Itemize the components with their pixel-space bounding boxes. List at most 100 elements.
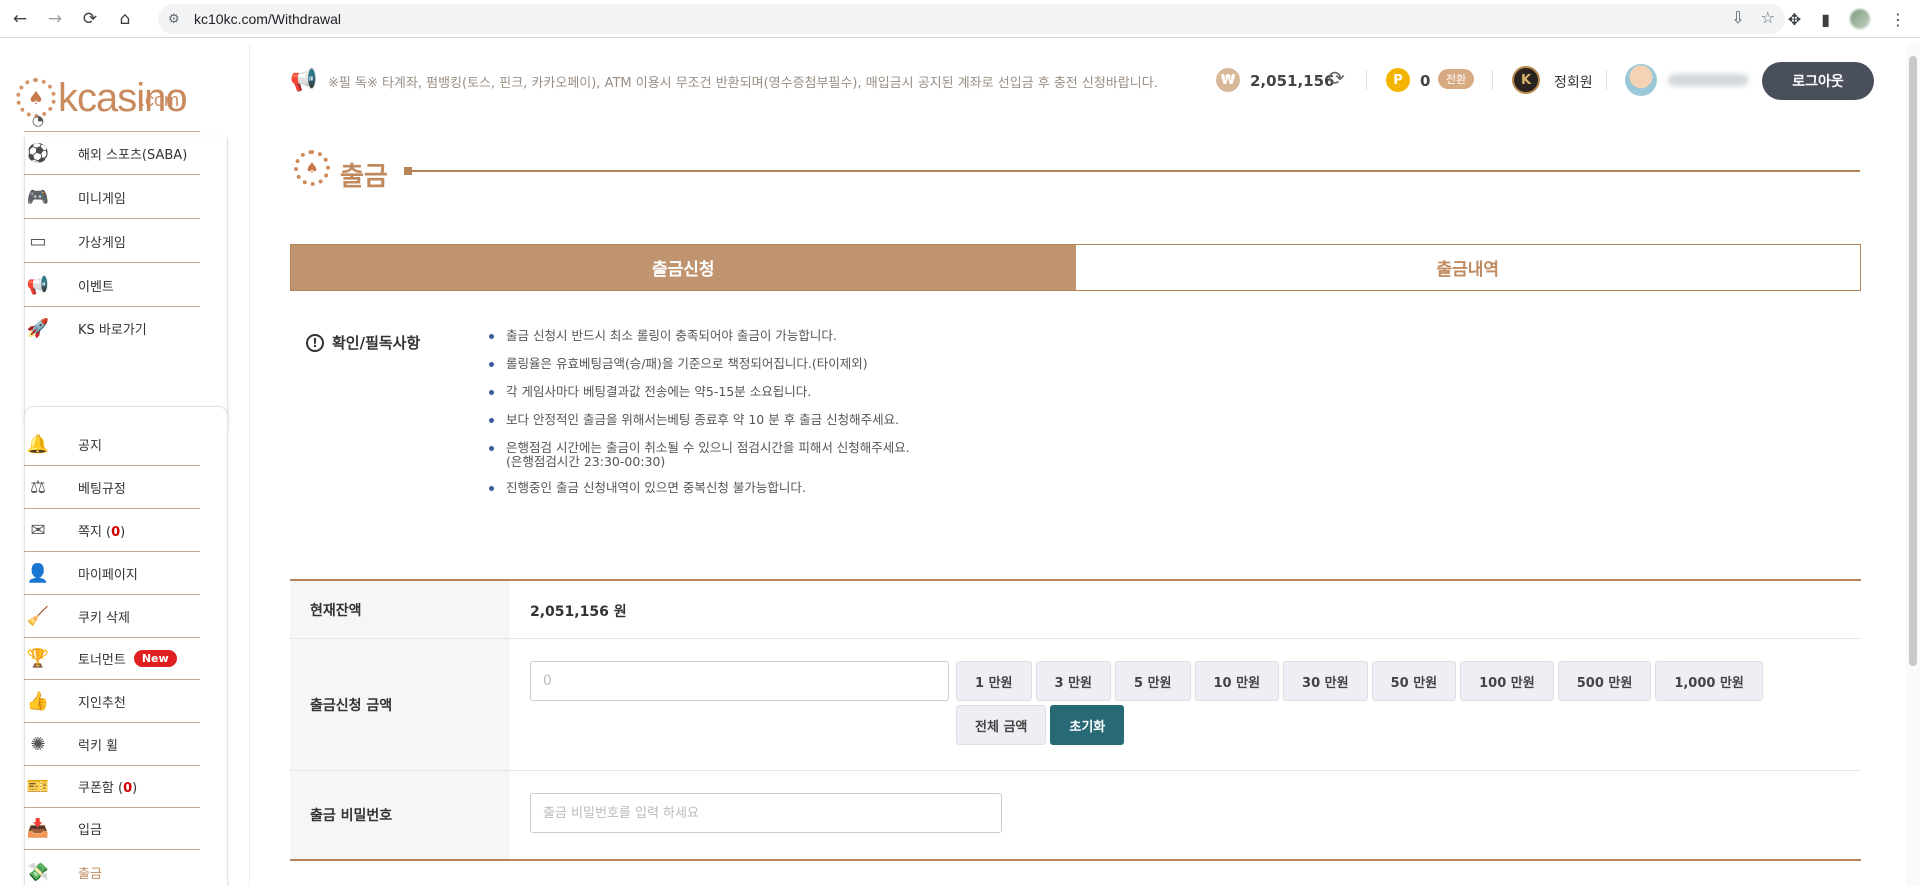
rocket-icon: 🚀	[26, 317, 50, 339]
sidebar-item-label: 입금	[78, 823, 102, 838]
point-coin-icon: P	[1386, 68, 1410, 92]
tab-withdraw-history[interactable]: 출금내역	[1075, 245, 1860, 290]
extensions-icon[interactable]: ✥	[1788, 10, 1801, 29]
amount-1-button[interactable]: 1 만원	[956, 661, 1032, 701]
scales-icon: ⚖	[29, 477, 47, 498]
reset-button[interactable]: 초기화	[1050, 705, 1125, 745]
sidebar-item-rules[interactable]: ⚖ 베팅규정	[24, 467, 200, 509]
amount-3-button[interactable]: 3 만원	[1035, 661, 1111, 701]
amount-30-button[interactable]: 30 만원	[1283, 661, 1368, 701]
amount-input[interactable]	[530, 661, 949, 701]
user-icon: 👤	[26, 563, 50, 584]
coupon-count: 0	[123, 781, 133, 796]
deposit-icon: 📥	[26, 818, 50, 839]
amount-10-button[interactable]: 10 만원	[1194, 661, 1280, 701]
sidebar-item-referral[interactable]: 👍 지인추천	[24, 681, 200, 723]
refresh-icon[interactable]: ⟳	[1328, 66, 1345, 90]
password-label: 출금 비밀번호	[290, 771, 510, 859]
divider	[1366, 70, 1367, 90]
amount-5-button[interactable]: 5 만원	[1115, 661, 1191, 701]
balance-value: 2,051,156	[1250, 72, 1335, 90]
list-item-continuation: (은행점검시간 23:30-00:30)	[506, 455, 910, 468]
page-scrollbar[interactable]	[1906, 44, 1920, 886]
sidebar-item-label: 럭키 휠	[78, 739, 119, 754]
back-icon[interactable]: ←	[5, 4, 35, 34]
sidebar-item-cookie[interactable]: 🧹 쿠키 삭제	[24, 596, 200, 638]
sidebar-item-virtual[interactable]: ▭ 가상게임	[24, 221, 200, 263]
forward-icon[interactable]: →	[40, 4, 70, 34]
address-bar[interactable]: ⚙ kc10kc.com/Withdrawal ⇩ ☆	[158, 4, 1785, 34]
sidebar-item-coupon[interactable]: 🎫 쿠폰함 (0)	[24, 766, 200, 808]
divider	[1492, 70, 1493, 90]
top-header: 📢 ※필 독※ 타계좌, 펌뱅킹(토스, 핀크, 카카오페이), ATM 이용시…	[250, 44, 1920, 116]
form-row-password: 출금 비밀번호	[290, 771, 1861, 859]
soccer-ball-icon: ⚽	[26, 143, 50, 164]
logout-button[interactable]: 로그아웃	[1762, 62, 1874, 100]
url-text[interactable]: kc10kc.com/Withdrawal	[194, 11, 341, 27]
amount-1000-button[interactable]: 1,000 만원	[1655, 661, 1763, 701]
site-info-icon[interactable]: ⚙	[168, 12, 188, 27]
amount-100-button[interactable]: 100 만원	[1460, 661, 1554, 701]
side-panel-icon[interactable]: ▮	[1821, 10, 1830, 29]
reload-icon[interactable]: ⟳	[75, 4, 105, 34]
sidebar-item-minigame[interactable]: 🎮 미니게임	[24, 177, 200, 219]
balance-cell: 2,051,156 원	[510, 581, 1861, 638]
avatar[interactable]	[1625, 64, 1657, 96]
list-item: 보다 안정적인 출금을 위해서는베팅 종료후 약 10 분 후 출금 신청해주세…	[489, 412, 910, 428]
megaphone-icon: 📢	[290, 68, 318, 93]
password-input[interactable]	[530, 793, 1002, 833]
sidebar-item-label: 공지	[78, 439, 102, 454]
bookmark-star-icon[interactable]: ☆	[1761, 8, 1775, 27]
main-content: ♠ 출금 출금신청 출금내역 ! 확인/필독사항 출금 신청시 반드시 최소 롤…	[250, 116, 1900, 886]
menu-kebab-icon[interactable]: ⋮	[1890, 10, 1906, 29]
full-amount-button[interactable]: 전체 금액	[956, 705, 1047, 745]
amount-50-button[interactable]: 50 만원	[1371, 661, 1457, 701]
sidebar-item-event[interactable]: 📢 이벤트	[24, 265, 200, 307]
amount-buttons: 1 만원 3 만원 5 만원 10 만원 30 만원 50 만원 100 만원 …	[956, 661, 1786, 745]
tab-withdraw-request[interactable]: 출금신청	[291, 245, 1076, 290]
messages-tail: )	[120, 525, 126, 540]
amount-500-button[interactable]: 500 만원	[1557, 661, 1652, 701]
level-label: 정회원	[1554, 75, 1593, 91]
form-row-balance: 현재잔액 2,051,156 원	[290, 581, 1861, 639]
balance-label: 현재잔액	[290, 581, 510, 638]
list-item: 출금 신청시 반드시 최소 롤링이 충족되어야 출금이 가능합니다.	[489, 328, 910, 344]
exclamation-icon: !	[306, 333, 324, 352]
sidebar-item-label: 베팅규정	[78, 482, 126, 497]
sidebar-item-notice[interactable]: 🔔 공지	[24, 424, 200, 466]
title-divider	[410, 170, 1860, 172]
level-badge-icon: K	[1512, 66, 1540, 94]
sidebar-item-tournament[interactable]: 🏆 토너먼트 New	[24, 638, 200, 680]
page-title: 출금	[340, 162, 388, 192]
thumbs-up-icon: 👍	[26, 691, 50, 712]
cut-off-icon: ◔	[31, 112, 45, 129]
list-item: 진행중인 출금 신청내역이 있으면 중복신청 불가능합니다.	[489, 480, 910, 496]
scroll-thumb[interactable]	[1909, 56, 1917, 666]
new-badge: New	[133, 650, 177, 667]
form-row-amount: 출금신청 금액 1 만원 3 만원 5 만원 10 만원 30 만원 50 만원…	[290, 639, 1861, 771]
notice-title: 확인/필독사항	[332, 334, 421, 352]
sidebar-item-label: 출금	[78, 866, 102, 882]
profile-avatar[interactable]	[1850, 9, 1870, 29]
sidebar-item-lucky-wheel[interactable]: ✺ 럭키 휠	[24, 724, 200, 766]
sidebar-item-partial[interactable]: ◔	[24, 110, 200, 132]
sidebar-item-withdraw[interactable]: 💸 출금	[24, 851, 200, 886]
withdraw-form: 현재잔액 2,051,156 원 출금신청 금액 1 만원 3 만원 5 만원 …	[290, 579, 1861, 861]
sidebar-item-messages[interactable]: ✉ 쪽지 (0)	[24, 510, 200, 552]
rule-text: 은행점검 시간에는 출금이 취소될 수 있으니 점검시간을 피해서 신청해주세요…	[506, 440, 910, 455]
sidebar-item-label: 토너먼트	[78, 653, 126, 668]
bell-icon: 🔔	[26, 434, 50, 455]
sidebar-item-saba[interactable]: ⚽ 해외 스포츠(SABA)	[24, 133, 200, 175]
convert-button[interactable]: 전환	[1438, 69, 1475, 89]
username-blurred	[1668, 74, 1748, 86]
sidebar-item-mypage[interactable]: 👤 마이페이지	[24, 553, 200, 595]
messages-label: 쪽지 (	[78, 525, 112, 540]
home-icon[interactable]: ⌂	[110, 4, 140, 34]
sidebar-item-label: 지인추천	[78, 696, 126, 711]
sidebar-item-ks[interactable]: 🚀 KS 바로가기	[24, 307, 200, 349]
sidebar-item-deposit[interactable]: 📥 입금	[24, 808, 200, 850]
install-icon[interactable]: ⇩	[1731, 8, 1744, 27]
vr-headset-icon: ▭	[29, 231, 47, 252]
notice-marquee: ※필 독※ 타계좌, 펌뱅킹(토스, 핀크, 카카오페이), ATM 이용시 무…	[328, 76, 1158, 91]
sidebar-item-label: 이벤트	[78, 280, 114, 295]
